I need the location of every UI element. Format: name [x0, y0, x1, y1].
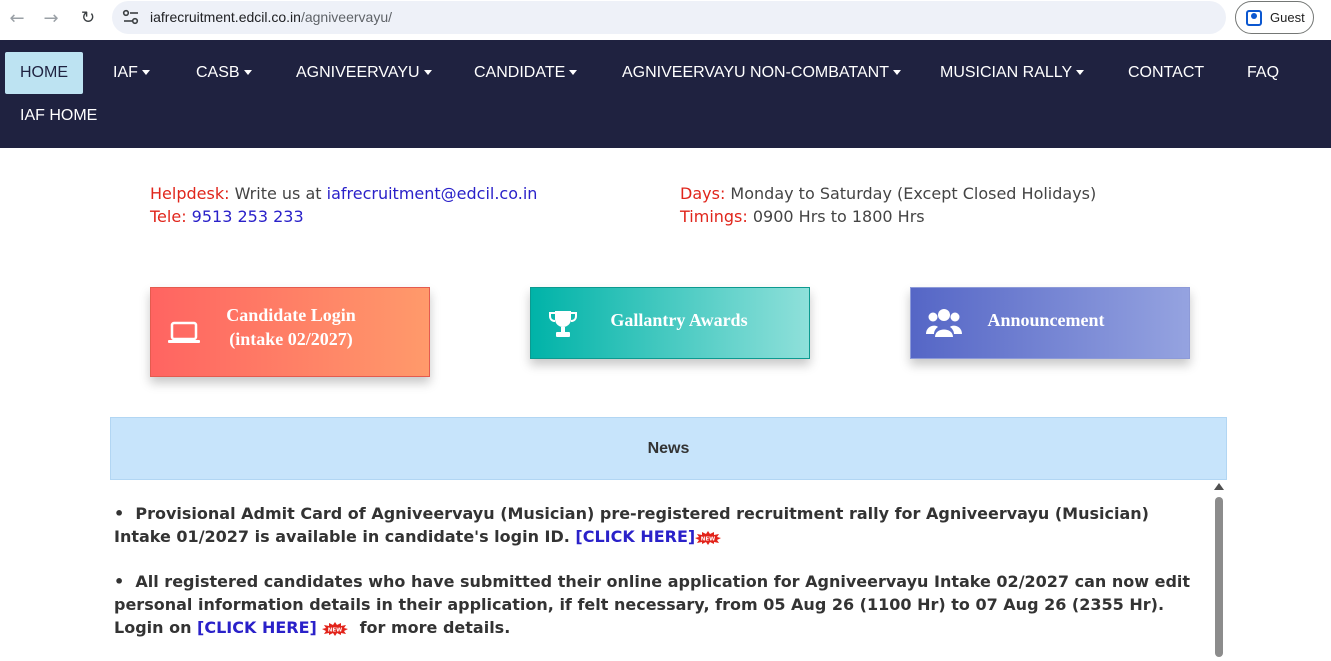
schedule-info: Days: Monday to Saturday (Except Closed … — [680, 184, 1097, 226]
news-click-here-link[interactable]: [CLICK HERE] — [575, 527, 695, 546]
caret-down-icon — [1076, 70, 1085, 76]
tele-label: Tele — [150, 207, 182, 226]
profile-button[interactable]: Guest — [1235, 1, 1314, 34]
url-text: iafrecruitment.edcil.co.in/agniveervayu/ — [150, 9, 392, 25]
tele-value[interactable]: 9513 253 233 — [192, 207, 304, 226]
nav-iaf-home-label: IAF HOME — [20, 107, 98, 124]
nav-contact[interactable]: CONTACT — [1128, 52, 1204, 94]
news-item-suffix: for more details. — [359, 618, 511, 637]
nav-musician-rally-label: MUSICIAN RALLY — [940, 64, 1073, 81]
nav-faq-label: FAQ — [1247, 64, 1280, 81]
nav-agniveervayu[interactable]: AGNIVEERVAYU — [296, 52, 432, 94]
news-item: • All registered candidates who have sub… — [114, 570, 1213, 639]
caret-down-icon — [423, 70, 432, 76]
news-header: News — [110, 417, 1227, 480]
new-badge-text: NEW — [328, 627, 342, 633]
news-list: • Provisional Admit Card of Agniveervayu… — [110, 480, 1213, 661]
nav-faq[interactable]: FAQ — [1247, 52, 1279, 94]
nav-casb-label: CASB — [196, 64, 240, 81]
timings-value: 0900 Hrs to 1800 Hrs — [752, 207, 925, 226]
caret-down-icon — [243, 70, 252, 76]
days-value: Monday to Saturday (Except Closed Holida… — [730, 184, 1097, 203]
new-badge-icon[interactable]: NEW — [695, 530, 722, 545]
gallantry-awards-label: Gallantry Awards — [610, 310, 748, 330]
candidate-login-line1: Candidate Login — [226, 305, 356, 325]
helpdesk-info: Helpdesk: Write us at iafrecruitment@edc… — [150, 184, 538, 226]
caret-down-icon — [569, 70, 578, 76]
nav-home[interactable]: HOME — [5, 52, 83, 94]
news-item: • Provisional Admit Card of Agniveervayu… — [114, 502, 1204, 548]
nav-musician-rally[interactable]: MUSICIAN RALLY — [940, 52, 1085, 94]
timings-label: Timings — [680, 207, 743, 226]
nav-casb[interactable]: CASB — [196, 52, 252, 94]
days-label: Days — [680, 184, 720, 203]
address-bar[interactable]: iafrecruitment.edcil.co.in/agniveervayu/ — [112, 1, 1226, 34]
nav-non-combatant[interactable]: AGNIVEERVAYU NON-COMBATANT — [622, 52, 901, 94]
gallantry-awards-button[interactable]: Gallantry Awards — [530, 287, 810, 359]
helpdesk-email-link[interactable]: iafrecruitment@edcil.co.in — [327, 184, 538, 203]
site-info-icon[interactable] — [122, 9, 140, 25]
news-scrollbar[interactable] — [1215, 497, 1223, 657]
nav-home-label: HOME — [20, 64, 68, 81]
nav-candidate[interactable]: CANDIDATE — [474, 52, 578, 94]
helpdesk-label: Helpdesk — [150, 184, 225, 203]
helpdesk-text: Write us at — [234, 184, 322, 203]
caret-down-icon — [141, 70, 150, 76]
main-navbar: HOME IAF CASB AGNIVEERVAYU CANDIDATE AGN… — [0, 40, 1331, 148]
new-badge-text: NEW — [701, 536, 715, 542]
url-host: iafrecruitment.edcil.co.in — [150, 9, 301, 25]
url-path: /agniveervayu/ — [300, 9, 393, 25]
scroll-up-arrow-icon[interactable] — [1214, 483, 1224, 490]
nav-non-combatant-label: AGNIVEERVAYU NON-COMBATANT — [622, 64, 889, 81]
nav-iaf-label: IAF — [113, 64, 138, 81]
announcement-label: Announcement — [987, 310, 1105, 330]
trophy-icon — [549, 311, 577, 337]
news-bullet: • — [114, 572, 125, 591]
nav-contact-label: CONTACT — [1128, 64, 1205, 81]
announcement-button[interactable]: Announcement — [910, 287, 1190, 359]
reload-icon[interactable]: ↻ — [77, 7, 99, 29]
nav-candidate-label: CANDIDATE — [474, 64, 566, 81]
news-title: News — [647, 439, 690, 457]
forward-icon[interactable]: → — [40, 7, 62, 29]
nav-agniveervayu-label: AGNIVEERVAYU — [296, 64, 420, 81]
new-badge-icon[interactable]: NEW — [322, 621, 349, 636]
news-click-here-link[interactable]: [CLICK HERE] — [197, 618, 317, 637]
laptop-icon — [168, 321, 200, 343]
users-icon — [926, 309, 962, 337]
candidate-login-button[interactable]: Candidate Login (intake 02/2027) — [150, 287, 430, 377]
profile-label: Guest — [1270, 10, 1305, 25]
nav-iaf-home[interactable]: IAF HOME — [20, 95, 97, 137]
browser-toolbar: ← → ↻ iafrecruitment.edcil.co.in/agnivee… — [0, 0, 1331, 40]
back-icon[interactable]: ← — [6, 7, 28, 29]
nav-iaf[interactable]: IAF — [113, 52, 150, 94]
caret-down-icon — [893, 70, 901, 76]
candidate-login-line2: (intake 02/2027) — [229, 329, 353, 349]
news-bullet: • — [114, 504, 125, 523]
profile-icon — [1246, 9, 1262, 26]
